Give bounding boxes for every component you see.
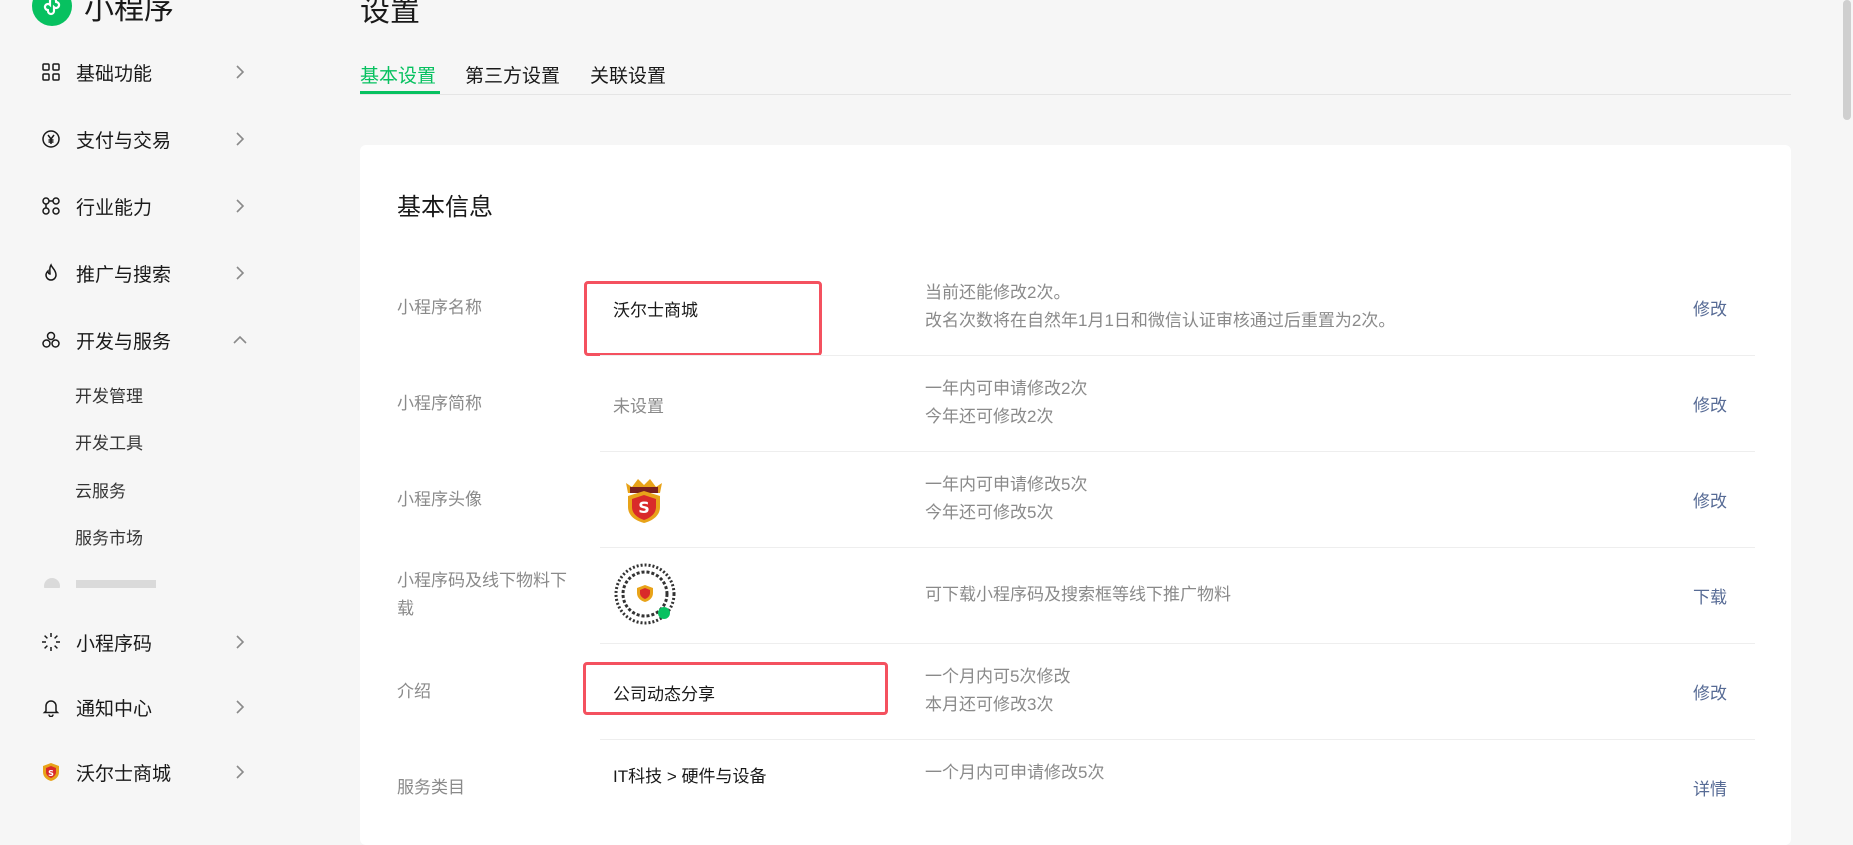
tab-linked-settings[interactable]: 关联设置 xyxy=(590,61,666,88)
qr-burst-icon xyxy=(40,631,62,653)
flame-icon xyxy=(40,262,62,284)
sidebar-item-label: 通知中心 xyxy=(76,698,153,720)
sidebar-item-basic-functions[interactable]: 基础功能 xyxy=(40,52,250,92)
sidebar-item-label: 推广与搜索 xyxy=(76,264,172,286)
chevron-right-icon xyxy=(236,635,245,649)
mini-program-logo-icon xyxy=(32,0,72,26)
scrolled-item-fragment xyxy=(40,574,240,588)
sidebar-subitem-dev-management[interactable]: 开发管理 xyxy=(75,382,143,407)
row-divider xyxy=(600,643,1755,644)
avatar: S xyxy=(620,475,668,525)
page-scrollbar[interactable] xyxy=(1843,0,1851,120)
edit-name-link[interactable]: 修改 xyxy=(1693,295,1727,320)
page-title: 设置 xyxy=(360,0,420,28)
row-label-avatar: 小程序头像 xyxy=(397,490,482,509)
chevron-right-icon xyxy=(236,132,245,146)
card-title: 基本信息 xyxy=(397,194,493,221)
mini-program-code-image xyxy=(614,563,676,625)
row-desc-line1: 一年内可申请修改2次 xyxy=(925,379,1088,398)
cluster-icon xyxy=(40,329,62,351)
sidebar-item-account[interactable]: S 沃尔士商城 xyxy=(40,752,250,792)
category-details-link[interactable]: 详情 xyxy=(1693,775,1727,800)
active-tab-indicator xyxy=(360,91,440,94)
chevron-up-icon xyxy=(233,335,247,344)
chevron-right-icon xyxy=(236,266,245,280)
row-desc-line2: 改名次数将在自然年1月1日和微信认证审核通过后重置为2次。 xyxy=(925,311,1396,330)
sidebar-item-label: 支付与交易 xyxy=(76,130,172,152)
highlight-box-intro xyxy=(583,662,888,715)
sidebar-item-label: 开发与服务 xyxy=(76,331,172,353)
yen-circle-icon xyxy=(40,128,62,150)
tab-third-party-settings[interactable]: 第三方设置 xyxy=(465,61,560,88)
row-label-name: 小程序名称 xyxy=(397,298,482,317)
chevron-right-icon xyxy=(236,700,245,714)
row-divider xyxy=(600,739,1755,740)
shield-logo-icon: S xyxy=(40,761,62,783)
row-desc-line1: 当前还能修改2次。 xyxy=(925,283,1071,302)
edit-intro-link[interactable]: 修改 xyxy=(1693,679,1727,704)
grid-icon xyxy=(40,61,62,83)
sidebar-item-industry[interactable]: 行业能力 xyxy=(40,186,250,226)
row-divider xyxy=(600,547,1755,548)
download-materials-link[interactable]: 下载 xyxy=(1693,583,1727,608)
edit-avatar-link[interactable]: 修改 xyxy=(1693,487,1727,512)
sidebar-item-label: 行业能力 xyxy=(76,197,153,219)
edit-short-name-link[interactable]: 修改 xyxy=(1693,391,1727,416)
chevron-right-icon xyxy=(236,65,245,79)
sidebar-subitem-service-market[interactable]: 服务市场 xyxy=(75,524,143,549)
row-desc-line2: 今年还可修改5次 xyxy=(925,503,1054,522)
tab-basic-settings[interactable]: 基本设置 xyxy=(360,61,436,88)
basic-info-card: 基本信息 小程序名称 沃尔士商城 当前还能修改2次。 改名次数将在自然年1月1日… xyxy=(360,145,1791,845)
row-desc-line1: 可下载小程序码及搜索框等线下推广物料 xyxy=(925,585,1231,604)
sidebar-subitem-cloud-service[interactable]: 云服务 xyxy=(75,477,126,502)
sidebar-item-payment[interactable]: 支付与交易 xyxy=(40,119,250,159)
sidebar: 小程序 基础功能 支付与交易 行业能力 推广与搜索 开发与服务 开发管理 开发工… xyxy=(0,0,305,799)
row-label-code-line2: 载 xyxy=(397,599,414,618)
chevron-right-icon xyxy=(236,765,245,779)
row-label-short-name: 小程序简称 xyxy=(397,394,482,413)
app-logo[interactable]: 小程序 xyxy=(32,0,174,28)
short-name-value: 未设置 xyxy=(613,397,664,416)
chevron-right-icon xyxy=(236,199,245,213)
row-desc-line1: 一个月内可5次修改 xyxy=(925,667,1071,686)
qr-code-icon xyxy=(614,563,676,625)
row-divider xyxy=(600,355,1755,356)
row-divider xyxy=(600,451,1755,452)
app-name: 小程序 xyxy=(84,0,174,26)
sidebar-subitem-dev-tools[interactable]: 开发工具 xyxy=(75,429,143,454)
sidebar-item-mini-program-code[interactable]: 小程序码 xyxy=(40,622,250,662)
svg-text:S: S xyxy=(638,498,650,517)
row-label-intro: 介绍 xyxy=(397,682,431,701)
row-desc-line1: 一年内可申请修改5次 xyxy=(925,475,1088,494)
highlight-box-name xyxy=(584,281,822,356)
sidebar-item-dev-services[interactable]: 开发与服务 xyxy=(40,320,250,360)
svg-text:S: S xyxy=(48,769,54,778)
nodes-icon xyxy=(40,195,62,217)
sidebar-item-promotion[interactable]: 推广与搜索 xyxy=(40,253,250,293)
row-desc-line1: 一个月内可申请修改5次 xyxy=(925,763,1105,782)
bell-icon xyxy=(40,696,62,718)
row-desc-line2: 今年还可修改2次 xyxy=(925,407,1054,426)
row-label-code-line1: 小程序码及线下物料下 xyxy=(397,571,567,590)
row-label-service-category: 服务类目 xyxy=(397,778,465,797)
sidebar-item-label: 小程序码 xyxy=(76,633,153,655)
row-desc-line2: 本月还可修改3次 xyxy=(925,695,1054,714)
sidebar-item-label: 基础功能 xyxy=(76,63,153,85)
settings-tabs: 基本设置 第三方设置 关联设置 xyxy=(360,58,1791,95)
sidebar-item-notifications[interactable]: 通知中心 xyxy=(40,687,250,727)
service-category-value: IT科技 > 硬件与设备 xyxy=(613,767,767,786)
sidebar-item-label: 沃尔士商城 xyxy=(76,763,172,785)
shield-logo-icon: S xyxy=(626,479,662,523)
